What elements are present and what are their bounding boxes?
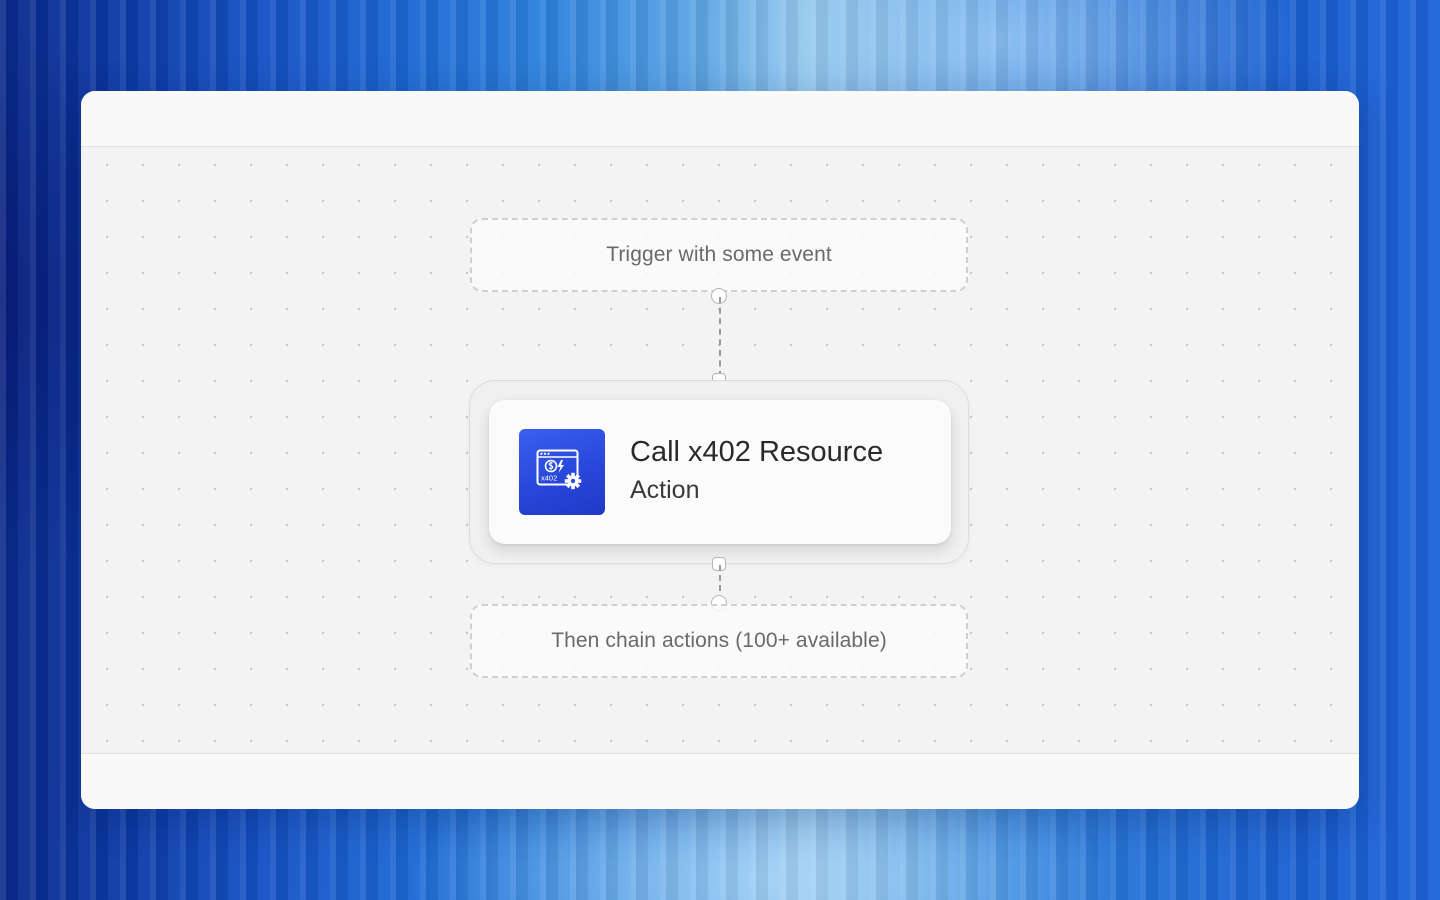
window-footer bbox=[81, 753, 1359, 809]
chain-label: Then chain actions (100+ available) bbox=[551, 629, 887, 652]
action-node-container[interactable]: x402 Call x402 Resource Action bbox=[469, 380, 969, 564]
workflow-window: Trigger with some event x402 Call x402 R… bbox=[81, 91, 1359, 809]
svg-text:x402: x402 bbox=[541, 474, 557, 483]
window-header bbox=[81, 91, 1359, 147]
action-node-card[interactable]: x402 Call x402 Resource Action bbox=[489, 400, 951, 544]
workflow-canvas[interactable]: Trigger with some event x402 Call x402 R… bbox=[81, 147, 1359, 753]
x402-resource-icon: x402 bbox=[519, 429, 605, 515]
trigger-to-action-connector bbox=[719, 297, 721, 377]
trigger-placeholder-node[interactable]: Trigger with some event bbox=[470, 218, 968, 292]
trigger-label: Trigger with some event bbox=[606, 243, 832, 266]
chain-placeholder-node[interactable]: Then chain actions (100+ available) bbox=[470, 604, 968, 678]
action-title: Call x402 Resource bbox=[630, 436, 884, 468]
action-subtitle: Action bbox=[630, 476, 700, 504]
